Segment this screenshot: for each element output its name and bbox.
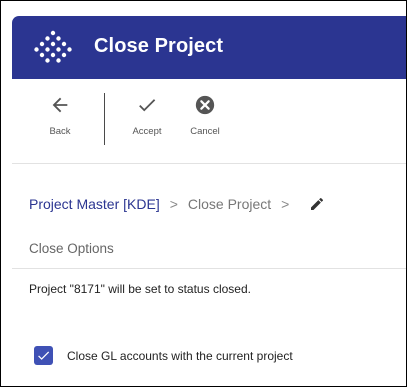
cancel-circle-icon <box>195 95 215 115</box>
back-button[interactable]: Back <box>35 94 85 137</box>
breadcrumb-separator: > <box>169 196 178 212</box>
window-title: Close Project <box>94 35 224 57</box>
cancel-button-label: Cancel <box>190 126 220 137</box>
back-button-label: Back <box>49 126 71 137</box>
section-title-close-options: Close Options <box>29 241 114 256</box>
arrow-left-icon <box>52 97 68 113</box>
accept-button-label: Accept <box>132 126 162 137</box>
cancel-button[interactable]: Cancel <box>180 94 230 137</box>
toolbar-divider <box>104 93 105 145</box>
edit-breadcrumb-button[interactable] <box>309 196 325 212</box>
checkmark-icon <box>139 99 156 112</box>
diamond-dots-logo-icon <box>34 30 72 63</box>
checkmark-icon <box>38 351 50 360</box>
breadcrumb-separator: > <box>281 196 290 212</box>
breadcrumb-project-master[interactable]: Project Master [KDE] <box>29 196 160 212</box>
status-message: Project "8171" will be set to status clo… <box>29 282 251 296</box>
close-gl-accounts-option[interactable]: Close GL accounts with the current proje… <box>34 346 293 365</box>
breadcrumb: Project Master [KDE] > Close Project > <box>29 196 325 212</box>
accept-button[interactable]: Accept <box>122 94 172 137</box>
title-bar: Close Project <box>12 16 406 79</box>
breadcrumb-current: Close Project <box>187 196 272 212</box>
section-divider <box>12 268 406 269</box>
toolbar: Back Accept Cancel <box>12 79 406 164</box>
close-gl-accounts-checkbox[interactable] <box>34 346 53 365</box>
close-gl-accounts-label: Close GL accounts with the current proje… <box>67 348 293 363</box>
pencil-icon <box>311 197 324 210</box>
dialog-frame: Close Project Back Accept Cancel Project… <box>0 0 407 387</box>
